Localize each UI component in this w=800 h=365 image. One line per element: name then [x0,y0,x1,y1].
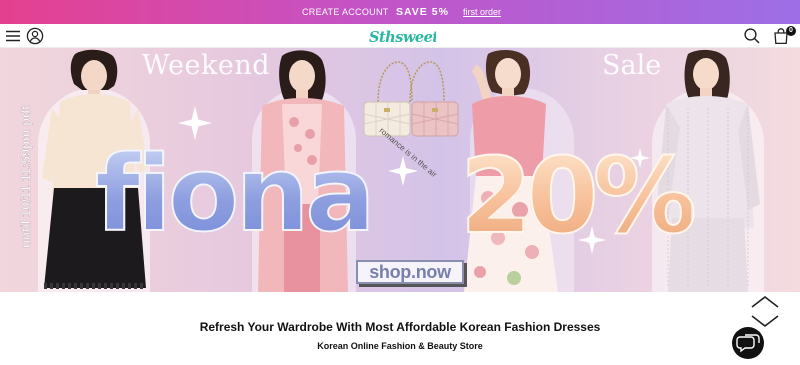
scroll-up-chevron-icon[interactable] [750,295,780,309]
logo-text: Sthsweet [369,29,436,46]
site-logo[interactable]: Sthsweet [368,27,440,47]
user-account-icon[interactable] [26,27,44,45]
page-headline: Refresh Your Wardrobe With Most Affordab… [199,320,601,334]
first-order-link[interactable]: first order [463,7,501,17]
weekend-heading: Weekend [142,50,271,81]
save-percent-text: SAVE 5% [396,6,449,18]
search-icon[interactable] [743,27,761,45]
brand-title: fiona [94,133,377,255]
chat-button[interactable] [732,327,764,359]
sale-heading: Sale [602,50,662,81]
page-subheadline: Korean Online Fashion & Beauty Store [317,341,483,351]
site-header: Sthsweet 0 [0,24,800,48]
shop-now-button[interactable]: shop.now [356,260,464,284]
sparkle-icon [388,156,418,186]
hero-banner[interactable]: romance is in the air Weekend Sale until… [0,48,800,292]
chat-bubble-icon [736,334,760,353]
create-account-link[interactable]: CREATE ACCOUNT [302,7,389,17]
promo-bar[interactable]: CREATE ACCOUNT SAVE 5% first order [0,0,800,24]
hamburger-menu-icon[interactable] [4,27,22,45]
discount-title: 20% [459,135,698,257]
sale-deadline-text: until 10/11 11:59pm pdt [18,105,33,248]
cart-count-badge: 0 [786,26,796,36]
